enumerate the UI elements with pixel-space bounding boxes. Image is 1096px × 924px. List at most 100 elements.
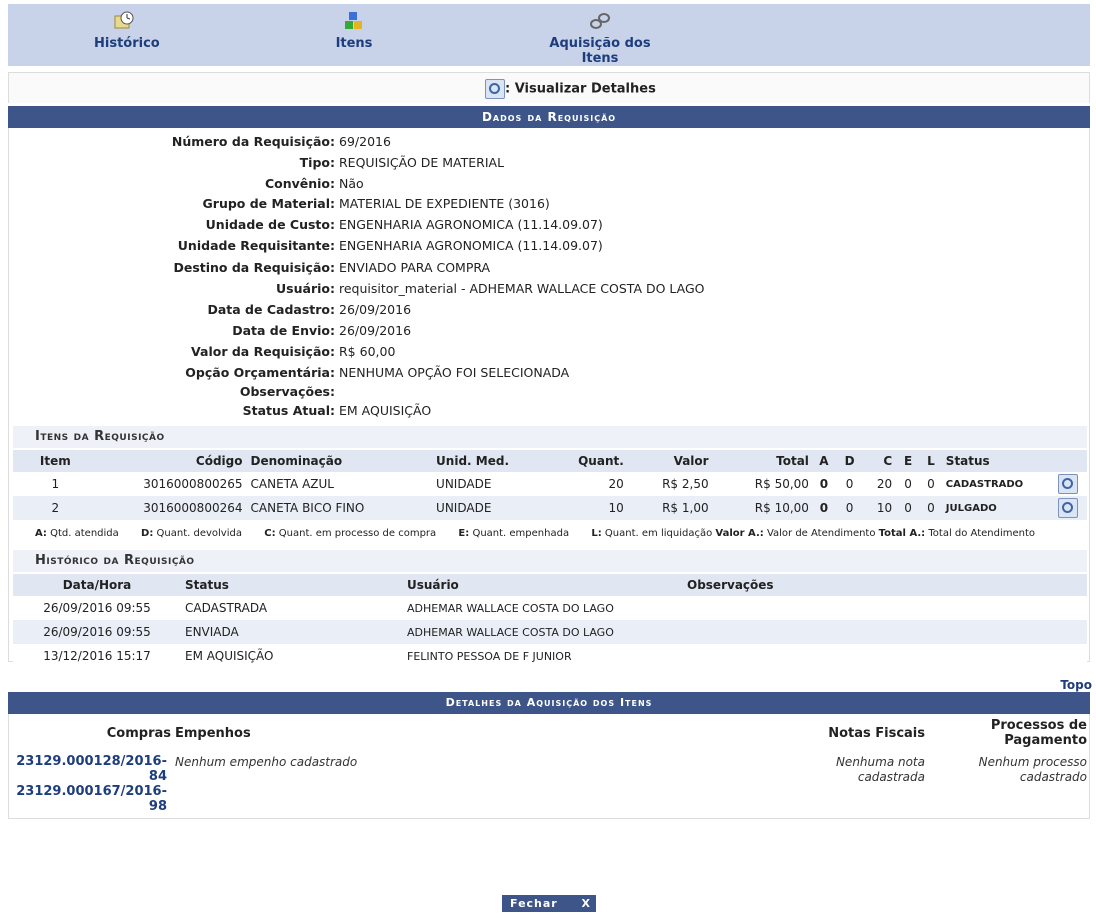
topo-link[interactable]: Topo [1060, 678, 1092, 692]
cell-usuario: ADHEMAR WALLACE COSTA DO LAGO [407, 625, 614, 639]
col-processos-line1: Processos de [990, 718, 1087, 733]
processos-value-line2: cadastrado [1019, 770, 1087, 784]
cell-codigo: 3016000800264 [143, 501, 243, 515]
fechar-button[interactable]: Fechar X [502, 895, 596, 912]
field-value: R$ 60,00 [339, 344, 396, 359]
clock-icon [114, 11, 134, 29]
col-c: C [883, 454, 893, 468]
legend: A: Qtd. atendida D: Quant. devolvida C: … [35, 528, 1035, 539]
field-row: Valor da Requisição: R$ 60,00 [9, 344, 1089, 362]
field-value: EM AQUISIÇÃO [339, 403, 432, 418]
cell-d: 0 [845, 501, 854, 515]
tab-itens[interactable]: Itens [334, 10, 374, 51]
cell-total: R$ 50,00 [754, 477, 809, 491]
field-value: ENGENHARIA AGRONOMICA (11.14.09.07) [339, 238, 603, 253]
field-row: Opção Orçamentária: NENHUMA OPÇÃO FOI SEL… [9, 365, 1089, 383]
aquisicao-header-row: Compras Empenhos Notas Fiscais Processos… [9, 714, 1089, 752]
legend-value: Total do Atendimento [928, 528, 1036, 539]
cell-valor: R$ 2,50 [662, 477, 709, 491]
field-label: Número da Requisição: [171, 134, 335, 149]
field-value: ENGENHARIA AGRONOMICA (11.14.09.07) [339, 217, 603, 232]
field-row: Número da Requisição: 69/2016 [9, 134, 1089, 152]
cell-c: 20 [876, 477, 893, 491]
tab-historico[interactable]: Histórico [94, 10, 160, 51]
cell-observacoes [683, 644, 1087, 668]
compra-link[interactable]: 23129.000167/2016- [16, 784, 167, 799]
cell-status: JULGADO [945, 502, 997, 514]
processos-value: Nenhum processo cadastrado [979, 755, 1087, 785]
top-navigation: Histórico Itens Aquisição dos Itens [8, 4, 1090, 66]
cell-status: CADASTRADO [945, 478, 1024, 490]
cell-a: 0 [819, 477, 829, 491]
field-row: Usuário: requisitor_material - ADHEMAR WA… [9, 281, 1089, 299]
field-value: 26/09/2016 [339, 323, 412, 338]
cell-e: 0 [904, 477, 912, 491]
field-value: NENHUMA OPÇÃO FOI SELECIONADA [339, 365, 570, 380]
cell-denominacao: CANETA AZUL [250, 477, 334, 491]
field-row: Destino da Requisição: ENVIADO PARA COMPR… [9, 260, 1089, 278]
view-item-button[interactable] [1049, 496, 1087, 520]
col-total: Total [776, 454, 809, 468]
col-item: Item [39, 454, 71, 468]
cell-usuario: ADHEMAR WALLACE COSTA DO LAGO [407, 601, 614, 615]
col-action [1049, 450, 1087, 472]
compra-link[interactable]: 23129.000128/2016- [16, 754, 167, 769]
cell-item: 2 [51, 501, 60, 515]
cell-quant: 10 [608, 501, 624, 515]
legend-key: E: [458, 528, 470, 539]
cell-l: 0 [927, 501, 935, 515]
cell-quant: 20 [608, 477, 624, 491]
table-header: Item Código Denominação Unid. Med. Quant… [13, 450, 1087, 472]
legend-key: C: [264, 528, 276, 539]
compra-link[interactable]: 84 [149, 769, 167, 784]
magnifier-icon [1058, 498, 1079, 518]
fechar-label: Fechar [510, 897, 558, 910]
field-value: requisitor_material - ADHEMAR WALLACE CO… [339, 281, 705, 296]
cell-status: ENVIADA [185, 625, 239, 639]
table-row: 13/12/2016 15:17 EM AQUISIÇÃO FELINTO PE… [13, 644, 1087, 668]
field-row: Status Atual: EM AQUISIÇÃO [9, 403, 1089, 421]
col-usuario: Usuário [407, 578, 459, 592]
field-value: REQUISIÇÃO DE MATERIAL [339, 155, 505, 170]
tab-aquisicao[interactable]: Aquisição dos Itens [530, 10, 670, 66]
field-label: Tipo: [299, 155, 335, 170]
compra-link[interactable]: 98 [149, 799, 167, 814]
field-value: 69/2016 [339, 134, 391, 149]
col-unid-med: Unid. Med. [436, 454, 510, 468]
field-label: Observações: [239, 384, 335, 399]
cell-data-hora: 26/09/2016 09:55 [43, 625, 151, 639]
col-d: D [844, 454, 855, 468]
magnifier-icon [1058, 474, 1079, 494]
table-row: 26/09/2016 09:55 ENVIADA ADHEMAR WALLACE… [13, 620, 1087, 644]
col-compras: Compras [106, 726, 171, 741]
dados-requisicao-panel: Número da Requisição: 69/2016 Tipo: REQUIS… [8, 128, 1090, 668]
cell-e: 0 [904, 501, 912, 515]
table-header: Data/Hora Status Usuário Observações [13, 574, 1087, 596]
view-item-button[interactable] [1049, 472, 1087, 496]
cell-usuario: FELINTO PESSOA DE F JUNIOR [407, 649, 572, 663]
legend-key: D: [141, 528, 154, 539]
legend-key: Valor A.: [715, 528, 764, 539]
blocks-icon [345, 12, 362, 29]
aquisicao-row: 23129.000128/2016- 84 23129.000167/2016-… [9, 752, 1089, 818]
tab-historico-label: Histórico [94, 36, 160, 51]
field-value: 26/09/2016 [339, 302, 412, 317]
legend-value: Quant. devolvida [156, 528, 242, 539]
cell-data-hora: 26/09/2016 09:55 [43, 601, 151, 615]
aquisicao-header: Detalhes da Aquisição dos Itens [8, 692, 1090, 714]
col-status: Status [185, 578, 229, 592]
cell-observacoes [683, 596, 1087, 620]
table-row: 26/09/2016 09:55 CADASTRADA ADHEMAR WALL… [13, 596, 1087, 620]
cell-l: 0 [927, 477, 935, 491]
field-label: Unidade Requisitante: [177, 238, 335, 253]
cell-status: CADASTRADA [185, 601, 268, 615]
itens-section-title: Itens da Requisição [13, 426, 1087, 448]
cell-codigo: 3016000800265 [143, 477, 243, 491]
field-row: Data de Cadastro: 26/09/2016 [9, 302, 1089, 320]
visualizar-header: : Visualizar Detalhes [8, 72, 1090, 103]
col-processos-line2: Pagamento [1004, 733, 1087, 748]
field-row: Grupo de Material: MATERIAL DE EXPEDIENTE… [9, 196, 1089, 214]
col-l: L [927, 454, 935, 468]
historico-table: Data/Hora Status Usuário Observações 26/… [13, 574, 1087, 668]
cell-d: 0 [845, 477, 854, 491]
